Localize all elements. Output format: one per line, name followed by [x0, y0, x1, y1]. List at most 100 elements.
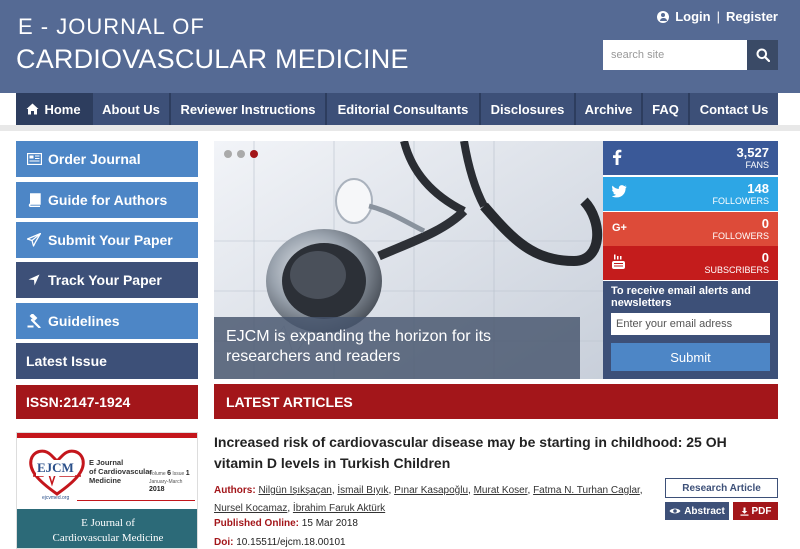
hero-slider[interactable]: EJCM is expanding the horizon for its re…	[214, 141, 603, 379]
facebook-label: FANS	[745, 160, 769, 170]
nav-archive-label: Archive	[584, 101, 633, 117]
issn-badge: ISSN:2147-1924	[16, 385, 198, 419]
authors-label: Authors:	[214, 485, 256, 496]
slider-dots	[224, 150, 258, 158]
author-link[interactable]: Murat Koser	[474, 485, 528, 496]
nav-about-us[interactable]: About Us	[93, 93, 171, 125]
author-link[interactable]: Nilgün Işıkşaçan	[258, 485, 331, 496]
site-header: E - JOURNAL OF CARDIOVASCULAR MEDICINE L…	[0, 0, 800, 93]
latest-issue-cover[interactable]: EJCM E Journal of Cardiovascular Medicin…	[16, 432, 198, 549]
cover-volume: 6	[167, 470, 171, 477]
nav-disclosures-label: Disclosures	[490, 101, 565, 117]
login-link[interactable]: Login	[675, 9, 710, 24]
pdf-button-label: PDF	[751, 505, 772, 517]
nav-contact-us[interactable]: Contact Us	[690, 93, 778, 125]
search-icon	[756, 48, 770, 62]
sidebar-item-submit-your-paper[interactable]: Submit Your Paper	[16, 222, 198, 258]
nav-archive[interactable]: Archive	[576, 93, 643, 125]
site-search	[603, 40, 778, 70]
cover-volume-label: Volume	[149, 471, 166, 477]
sidebar-item-guide-for-authors[interactable]: Guide for Authors	[16, 182, 198, 218]
slider-caption[interactable]: EJCM is expanding the horizon for its re…	[214, 317, 580, 379]
cover-issue-info: Volume 6 Issue 1 January-March 2018	[149, 470, 193, 494]
sidebar-item-label: Track Your Paper	[48, 272, 162, 288]
social-twitter[interactable]: 148 FOLLOWERS	[603, 177, 778, 211]
register-link[interactable]: Register	[726, 9, 778, 24]
article-title[interactable]: Increased risk of cardiovascular disease…	[214, 432, 778, 474]
youtube-count: 0	[761, 250, 769, 265]
cover-journal-line1: E Journal	[89, 458, 124, 467]
nav-reviewer-instructions-label: Reviewer Instructions	[180, 101, 316, 117]
cover-title-band: E Journal of Cardiovascular Medicine	[17, 509, 197, 548]
nav-disclosures[interactable]: Disclosures	[481, 93, 576, 125]
sidebar-item-track-your-paper[interactable]: Track Your Paper	[16, 262, 198, 298]
newsletter-email-input[interactable]	[611, 313, 770, 335]
doi-value[interactable]: 10.15511/ejcm.18.00101	[236, 537, 345, 548]
location-arrow-icon	[26, 272, 42, 288]
home-icon	[26, 103, 39, 115]
sidebar-item-label: Latest Issue	[26, 353, 107, 369]
abstract-button[interactable]: Abstract	[665, 502, 729, 520]
author-link[interactable]: Pınar Kasapoğlu	[394, 485, 468, 496]
nav-editorial-consultants-label: Editorial Consultants	[337, 101, 469, 117]
sidebar-item-label: Order Journal	[48, 151, 141, 167]
auth-links: Login | Register	[657, 9, 778, 24]
nav-home[interactable]: Home	[16, 93, 93, 125]
newsletter-text: To receive email alerts and newsletters	[611, 285, 751, 309]
twitter-count: 148	[747, 181, 769, 196]
book-icon	[26, 192, 42, 208]
author-link[interactable]: Nursel Kocamaz	[214, 503, 287, 514]
nav-contact-us-label: Contact Us	[699, 101, 769, 117]
cover-rule	[77, 500, 195, 501]
nav-reviewer-instructions[interactable]: Reviewer Instructions	[171, 93, 327, 125]
sidebar-item-latest-issue[interactable]: Latest Issue	[16, 343, 198, 379]
download-icon	[740, 507, 748, 516]
newspaper-icon	[26, 151, 42, 167]
nav-shadow	[0, 125, 800, 131]
nav-home-label: Home	[44, 101, 81, 117]
cover-header: EJCM E Journal of Cardiovascular Medicin…	[17, 433, 197, 509]
sidebar-item-guidelines[interactable]: Guidelines	[16, 303, 198, 339]
cover-website: ejcvmed.org	[42, 495, 70, 501]
googleplus-label: FOLLOWERS	[712, 231, 769, 241]
slider-dot-2[interactable]	[237, 150, 245, 158]
latest-articles-heading: LATEST ARTICLES	[214, 384, 778, 419]
pdf-button[interactable]: PDF	[733, 502, 778, 520]
newsletter-submit-button[interactable]: Submit	[611, 343, 770, 371]
doi-label: Doi:	[214, 537, 234, 548]
nav-editorial-consultants[interactable]: Editorial Consultants	[327, 93, 481, 125]
facebook-icon	[612, 149, 622, 168]
facebook-count: 3,527	[736, 145, 769, 160]
author-link[interactable]: İsmail Bıyık	[337, 485, 388, 496]
author-link[interactable]: Fatma N. Turhan Caglar	[533, 485, 640, 496]
article-type-badge[interactable]: Research Article	[665, 478, 778, 498]
sidebar-item-order-journal[interactable]: Order Journal	[16, 141, 198, 177]
search-input[interactable]	[603, 40, 747, 70]
nav-faq[interactable]: FAQ	[643, 93, 690, 125]
paper-plane-icon	[26, 232, 42, 248]
cover-issue: 1	[185, 470, 190, 477]
eye-icon	[669, 508, 681, 514]
youtube-icon	[612, 254, 625, 273]
article-doi: Doi: 10.15511/ejcm.18.00101	[214, 537, 346, 548]
published-label: Published Online:	[214, 518, 300, 529]
cover-logo-text: EJCM	[36, 460, 75, 476]
nav-faq-label: FAQ	[652, 101, 679, 117]
social-facebook[interactable]: 3,527 FANS	[603, 141, 778, 175]
social-googleplus[interactable]: G+ 0 FOLLOWERS	[603, 212, 778, 246]
abstract-button-label: Abstract	[684, 505, 725, 517]
slider-dot-1[interactable]	[224, 150, 232, 158]
author-link[interactable]: İbrahim Faruk Aktürk	[293, 503, 385, 514]
published-date: 15 Mar 2018	[301, 518, 358, 529]
search-button[interactable]	[747, 40, 778, 70]
twitter-icon	[612, 185, 627, 201]
social-youtube[interactable]: 0 SUBSCRIBERS	[603, 246, 778, 280]
logo-line1[interactable]: E - JOURNAL OF	[18, 14, 205, 40]
nav-about-us-label: About Us	[102, 101, 160, 117]
cover-year: 2018	[149, 486, 165, 493]
article-authors: Authors: Nilgün Işıkşaçan, İsmail Bıyık,…	[214, 485, 643, 514]
logo-line2[interactable]: CARDIOVASCULAR MEDICINE	[16, 44, 409, 75]
sidebar-item-label: Submit Your Paper	[48, 232, 173, 248]
slider-dot-3[interactable]	[250, 150, 258, 158]
google-plus-icon: G+	[612, 222, 627, 234]
